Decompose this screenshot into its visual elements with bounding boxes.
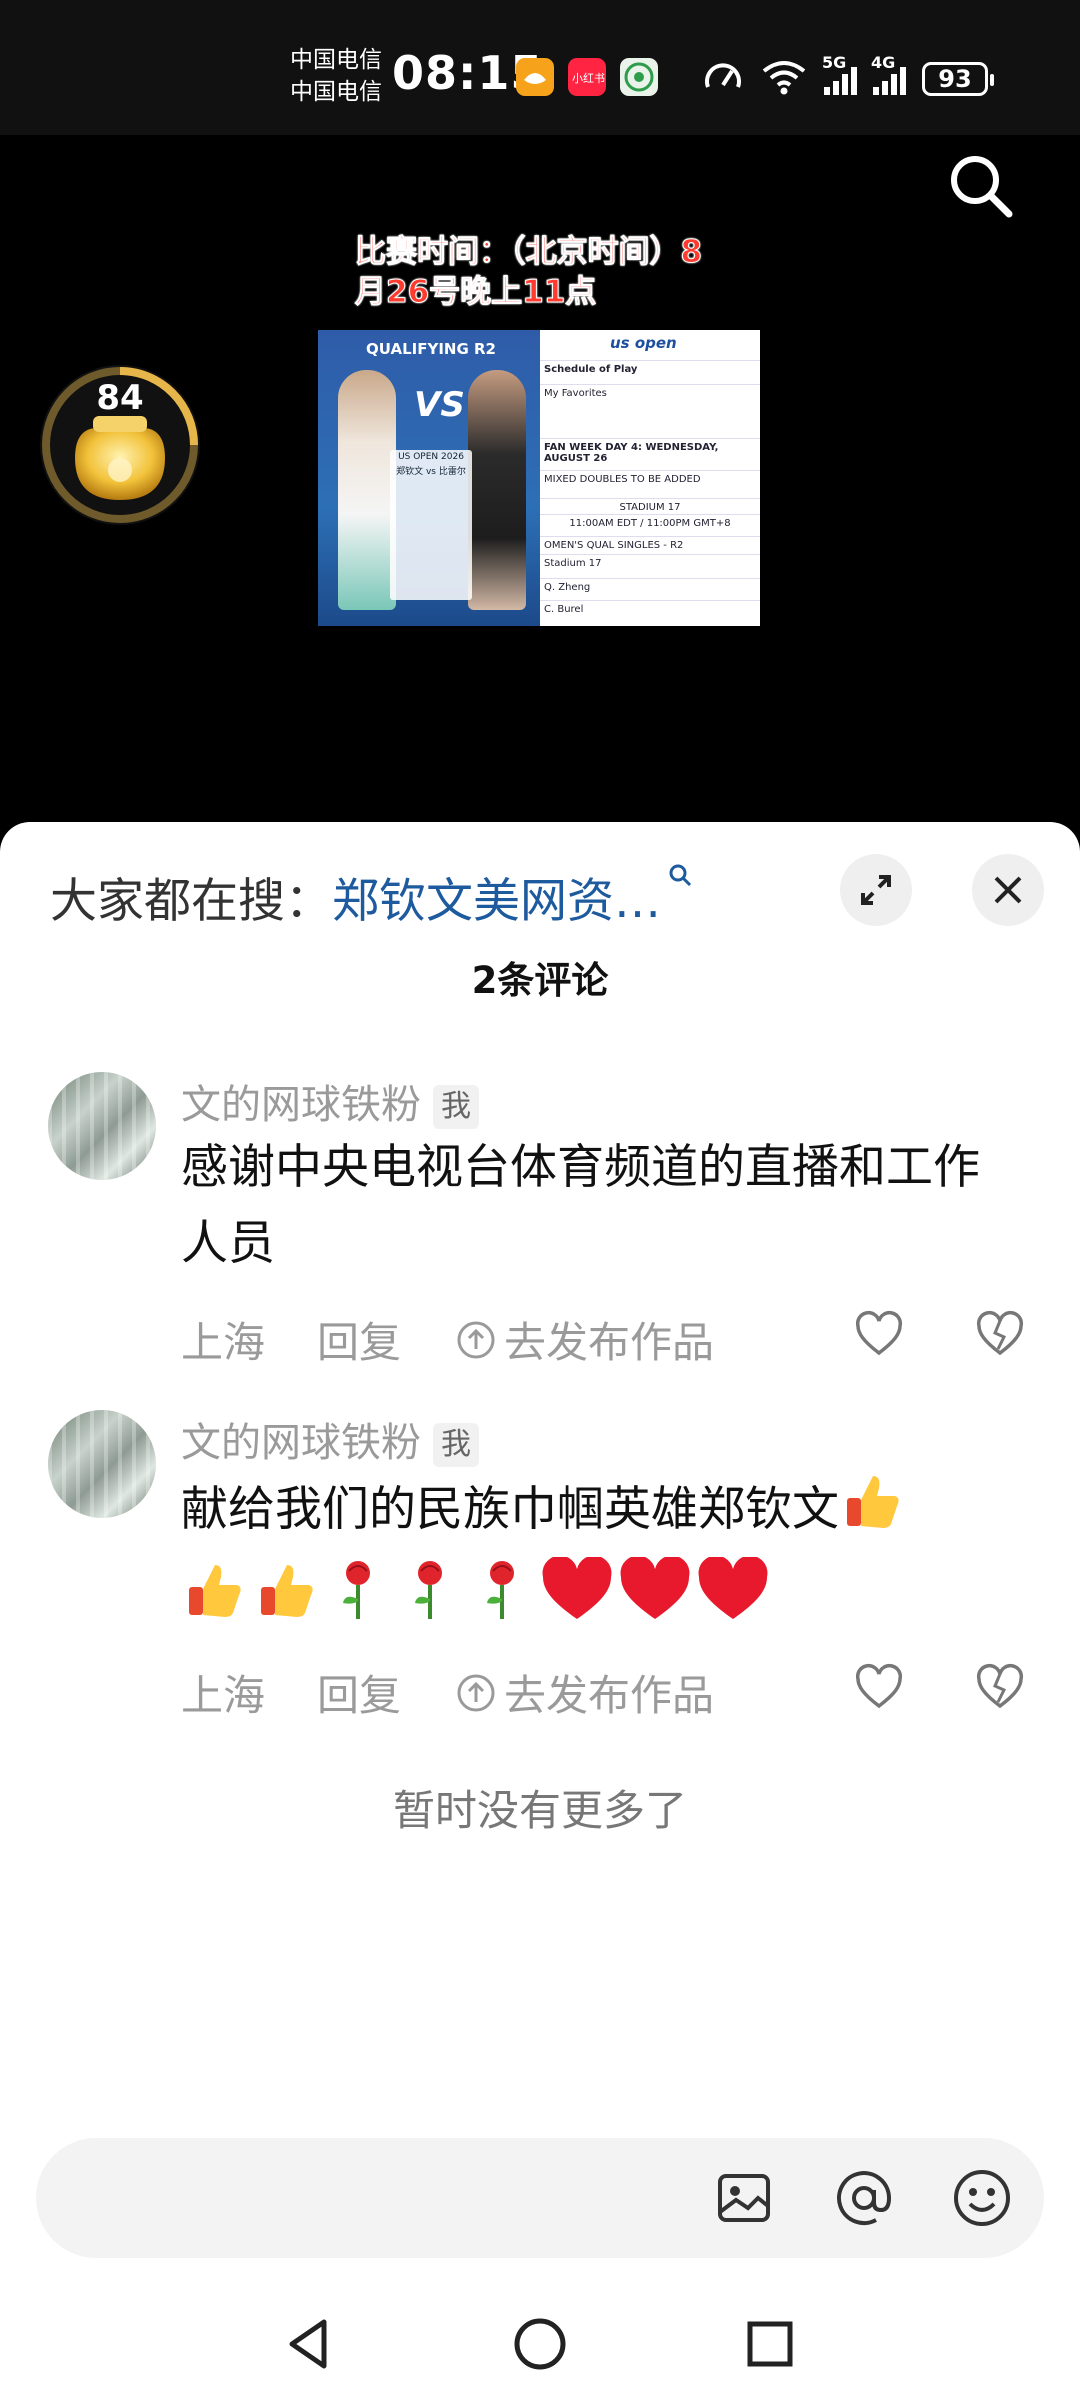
home-icon[interactable] [508, 2312, 572, 2376]
heart-emoji [541, 1555, 613, 1646]
poster-schedule-header: Schedule of Play [540, 360, 760, 378]
carrier-2: 中国电信 [290, 79, 382, 105]
trending-search-bar[interactable]: 大家都在搜：郑钦文美网资… [50, 862, 693, 931]
search-icon[interactable] [945, 150, 1017, 222]
heart-emoji [619, 1555, 691, 1646]
match-poster-image: QUALIFYING R2 VS US OPEN 2026 郑钦文 vs 比雷尔… [318, 330, 760, 626]
poster-favorites: My Favorites [540, 384, 760, 402]
poster-vs: VS [414, 385, 465, 425]
signal-4g-icon: 4G [871, 53, 906, 95]
battery-indicator: 93 [922, 62, 994, 96]
expand-icon [861, 875, 891, 905]
comment-username[interactable]: 文的网球铁粉 [181, 1082, 421, 1128]
recents-icon[interactable] [738, 2312, 802, 2376]
reply-button[interactable]: 回复 [317, 1309, 401, 1370]
comment-location: 上海 [181, 1671, 266, 1720]
player-zheng-image [338, 370, 396, 610]
avatar[interactable] [48, 1072, 156, 1180]
rose-emoji [469, 1557, 535, 1646]
trend-prefix: 大家都在搜： [50, 874, 332, 929]
comment-text[interactable]: 感谢中央电视台体育频道的直播和工作人员 [181, 1130, 1021, 1282]
me-tag: 我 [433, 1423, 479, 1467]
poster-womens: OMEN'S QUAL SINGLES - R2 [540, 536, 760, 554]
carrier-1: 中国电信 [290, 47, 382, 73]
comment-text-block[interactable]: 献给我们的民族巾帼英雄郑钦文 [181, 1468, 1021, 1633]
wifi-icon [760, 57, 808, 101]
status-icons: 5G 4G 93 [702, 53, 994, 104]
comments-count-title: 2条评论 [471, 959, 609, 1002]
me-tag: 我 [433, 1085, 479, 1129]
poster-stats-card: US OPEN 2026 郑钦文 vs 比雷尔 [390, 450, 472, 600]
app-badge-green-icon [620, 58, 658, 96]
system-nav-bar [0, 2290, 1080, 2400]
poster-player1: Q. Zheng [540, 578, 760, 596]
comment-input-bar[interactable] [36, 2138, 1044, 2258]
app-badge-orange-icon [516, 58, 554, 96]
coin-count: 84 [96, 378, 144, 418]
poster-fan-week: FAN WEEK DAY 4: WEDNESDAY, AUGUST 26 [540, 438, 760, 467]
publish-work-label: 去发布作品 [504, 1318, 715, 1367]
publish-work-button[interactable]: 去发布作品 [456, 1309, 714, 1370]
publish-work-label: 去发布作品 [504, 1671, 715, 1720]
no-more-comments: 暂时没有更多了 [392, 1786, 687, 1835]
rose-emoji [325, 1557, 391, 1646]
comment-input[interactable] [74, 2174, 638, 2224]
close-icon [994, 876, 1022, 904]
poster-stadium-row: Stadium 17 [540, 554, 760, 572]
carrier-labels: 中国电信 中国电信 [290, 44, 382, 108]
poster-schedule-panel: us open Schedule of Play My Favorites FA… [540, 330, 760, 626]
at-icon[interactable] [832, 2166, 896, 2230]
app-badge-xiaohongshu-icon: 小红书 [568, 58, 606, 96]
svg-text:小红书: 小红书 [572, 72, 605, 85]
like-heart-icon[interactable] [853, 1662, 905, 1714]
like-heart-icon[interactable] [853, 1309, 905, 1361]
player-burel-image [468, 370, 526, 610]
comment-sheet: 大家都在搜：郑钦文美网资… 2条评论 文的网球铁粉我 感谢中央电视台体育频道的直… [0, 822, 1080, 2400]
poster-card-sub: 郑钦文 vs 比雷尔 [396, 467, 466, 477]
close-button[interactable] [972, 854, 1044, 926]
status-bar: 中国电信 中国电信 08:15 小红书 5G 4G 93 [0, 0, 1080, 135]
poster-card-title: US OPEN 2026 [398, 452, 464, 462]
back-icon[interactable] [278, 2312, 342, 2376]
thumbs-up-emoji [181, 1557, 247, 1646]
publish-work-button[interactable]: 去发布作品 [456, 1662, 714, 1723]
poster-player2: C. Burel [540, 600, 760, 618]
upload-icon [457, 1321, 495, 1358]
emoji-icon[interactable] [950, 2166, 1014, 2230]
comment-meta-row: 上海 回复 去发布作品 [181, 1662, 1041, 1722]
comment-text: 献给我们的民族巾帼英雄郑钦文 [181, 1482, 839, 1537]
poster-mixed: MIXED DOUBLES TO BE ADDED [540, 470, 760, 488]
expand-button[interactable] [840, 854, 912, 926]
thumbs-up-emoji [253, 1557, 319, 1646]
comment-username[interactable]: 文的网球铁粉 [181, 1420, 421, 1466]
match-time-caption: 比赛时间：（北京时间）8月26号晚上11点 [355, 234, 703, 311]
heart-emoji [697, 1555, 769, 1646]
dislike-broken-heart-icon[interactable] [974, 1662, 1026, 1714]
small-search-icon [669, 864, 692, 887]
poster-left-panel: QUALIFYING R2 VS US OPEN 2026 郑钦文 vs 比雷尔 [318, 330, 540, 626]
dislike-broken-heart-icon[interactable] [974, 1309, 1026, 1361]
emoji-line [181, 1555, 1021, 1633]
trend-keyword[interactable]: 郑钦文美网资… [332, 874, 661, 929]
thumbs-up-emoji [839, 1468, 905, 1557]
avatar[interactable] [48, 1410, 156, 1518]
signal-5g-icon: 5G [822, 53, 857, 95]
speed-icon [702, 57, 744, 101]
comment-username-row[interactable]: 文的网球铁粉我 [181, 1072, 479, 1130]
image-icon[interactable] [712, 2166, 776, 2230]
poster-time-line: 11:00AM EDT / 11:00PM GMT+8 [540, 514, 760, 532]
rose-emoji [397, 1557, 463, 1646]
upload-icon [457, 1674, 495, 1711]
comment-location: 上海 [181, 1318, 266, 1367]
usopen-logo: us open [610, 334, 677, 352]
poster-qualifying-title: QUALIFYING R2 [366, 340, 496, 358]
reply-button[interactable]: 回复 [317, 1662, 401, 1723]
comment-meta-row: 上海 回复 去发布作品 [181, 1309, 1041, 1369]
comment-username-row[interactable]: 文的网球铁粉我 [181, 1410, 479, 1468]
